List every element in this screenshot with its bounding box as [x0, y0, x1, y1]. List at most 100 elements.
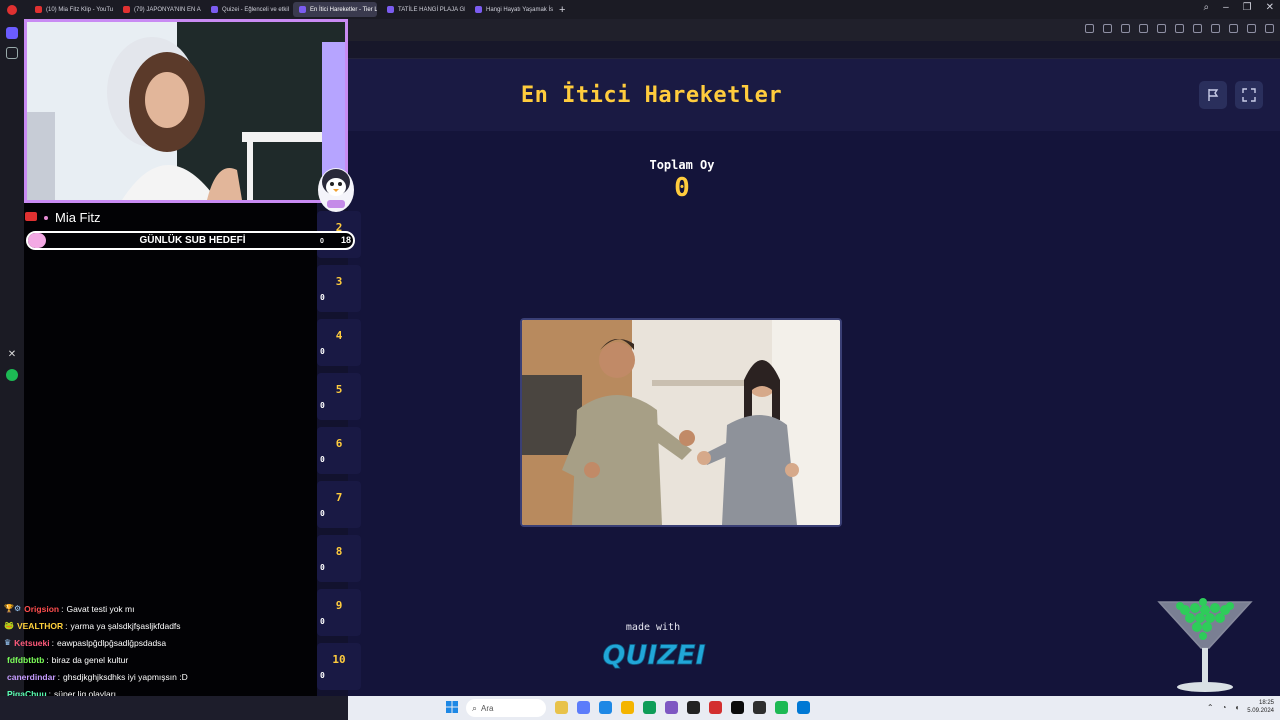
- quiz-item-image[interactable]: [520, 318, 842, 527]
- chat-separator: :: [51, 637, 54, 648]
- browser-tab[interactable]: (10) Mia Fitz Klip - YouTube: [29, 2, 113, 17]
- quizei-logo-text: QUIZEI: [603, 640, 706, 671]
- chevron-up-icon[interactable]: ⌃: [1207, 703, 1214, 712]
- cocktail-glass-widget: [1157, 598, 1253, 692]
- sub-goal-label: GÜNLÜK SUB HEDEFİ: [139, 235, 246, 246]
- youtube-icon: [25, 212, 37, 221]
- ai-icon[interactable]: [1265, 24, 1274, 33]
- heart-icon[interactable]: [1175, 24, 1184, 33]
- flag-icon: [1208, 89, 1219, 101]
- toolbar-icons: [1085, 24, 1274, 33]
- pip-icon[interactable]: [1103, 24, 1112, 33]
- taskbar-app-icon[interactable]: [775, 701, 788, 714]
- opera-logo-icon[interactable]: [7, 4, 17, 15]
- browser-tab[interactable]: En İtici Hareketler - Tier List: [293, 2, 377, 17]
- browser-tab[interactable]: Hangi Hayatı Yaşamak İste: [469, 2, 553, 17]
- volume-icon[interactable]: ◖: [1234, 703, 1239, 712]
- rank-vote-count: 0: [320, 401, 325, 410]
- star-icon[interactable]: [6, 47, 18, 59]
- rank-number: 8: [335, 545, 343, 558]
- chat-badges: 🐸: [4, 621, 14, 630]
- made-with-text: made with: [625, 622, 681, 633]
- taskbar-app-icon[interactable]: [731, 701, 744, 714]
- search-tabs-icon[interactable]: ⌕: [1203, 2, 1209, 13]
- home-icon[interactable]: [6, 27, 18, 39]
- taskbar-app-icon[interactable]: [709, 701, 722, 714]
- taskbar-app-icon[interactable]: [643, 701, 656, 714]
- chat-message: 🏆⚙ Origsion: Gavat testi yok mı: [0, 600, 348, 617]
- browser-tab-strip: (10) Mia Fitz Klip - YouTube (79) JAPONYA…: [0, 0, 1280, 19]
- rank-slot[interactable]: 30: [317, 265, 361, 312]
- taskbar-app-icon[interactable]: [577, 701, 590, 714]
- rank-number: 7: [335, 491, 343, 504]
- emoji-icon[interactable]: [1139, 24, 1148, 33]
- tab-label: En İtici Hareketler - Tier List: [310, 6, 377, 13]
- sub-goal-current: 0: [320, 238, 324, 245]
- minimize-button[interactable]: –: [1223, 2, 1229, 13]
- new-tab-button[interactable]: +: [559, 4, 565, 16]
- browser-tab[interactable]: (79) JAPONYA'NIN EN ACAYİP: [117, 2, 201, 17]
- tab-label: (79) JAPONYA'NIN EN ACAYİP: [134, 6, 201, 13]
- chat-username[interactable]: canerdindar: [7, 672, 56, 682]
- chat-text: eawpaslpğdlpğsadlğpsdadsa: [56, 637, 167, 648]
- rank-number: 5: [335, 383, 343, 396]
- download-icon[interactable]: [1193, 24, 1202, 33]
- taskbar-app-icon[interactable]: [753, 701, 766, 714]
- chat-text: yarma ya şalsdkjfşasljkfdadfs: [70, 620, 181, 631]
- quizei-logo[interactable]: QUIZEI: [594, 633, 714, 673]
- maximize-button[interactable]: ❐: [1243, 2, 1252, 13]
- fullscreen-button[interactable]: [1235, 81, 1263, 109]
- taskbar-search[interactable]: ⌕ Ara: [466, 699, 546, 717]
- rank-slot[interactable]: 50: [317, 373, 361, 420]
- clock[interactable]: 18:25 5.09.2024: [1247, 699, 1274, 715]
- chat-message: canerdindar: ghsdjkghjksdhks iyi yapmışsı…: [0, 668, 348, 685]
- taskbar-app-icon[interactable]: [797, 701, 810, 714]
- tab-favicon-icon: [211, 6, 218, 13]
- chat-username[interactable]: fdfdbtbtb: [7, 655, 44, 665]
- taskbar-app-icon[interactable]: [555, 701, 568, 714]
- total-votes-value: 0: [674, 173, 690, 203]
- rank-slot[interactable]: 70: [317, 481, 361, 528]
- rank-vote-count: 0: [320, 347, 325, 356]
- chat-text: biraz da genel kultur: [51, 654, 129, 665]
- tab-list: (10) Mia Fitz Klip - YouTube (79) JAPONYA…: [25, 2, 553, 17]
- extension-icon[interactable]: [1247, 24, 1256, 33]
- rank-slot[interactable]: 60: [317, 427, 361, 474]
- taskbar-app-icon[interactable]: [621, 701, 634, 714]
- menu-icon[interactable]: [1211, 24, 1220, 33]
- tab-favicon-icon: [35, 6, 42, 13]
- chat-username[interactable]: Origsion: [24, 604, 59, 614]
- network-icon[interactable]: ◔: [1222, 703, 1227, 712]
- browser-tab[interactable]: TATİLE HANGİ PLAJA GELİN: [381, 2, 465, 17]
- chat-badges: ♛: [4, 638, 12, 647]
- windows-start-icon[interactable]: [446, 701, 458, 713]
- x-icon[interactable]: ✕: [6, 349, 18, 361]
- quiz-header: En İtici Hareketler: [348, 59, 1280, 131]
- report-flag-button[interactable]: [1199, 81, 1227, 109]
- tab-favicon-icon: [123, 6, 130, 13]
- chat-separator: :: [46, 654, 49, 665]
- chat-text: ghsdjkghjksdhks iyi yapmışsın :D: [63, 671, 188, 682]
- rank-slot[interactable]: 40: [317, 319, 361, 366]
- spotify-icon[interactable]: [6, 369, 18, 381]
- chat-text: Gavat testi yok mı: [66, 603, 135, 614]
- taskbar-app-icon[interactable]: [665, 701, 678, 714]
- rank-number: 3: [335, 275, 343, 288]
- rank-slot[interactable]: 80: [317, 535, 361, 582]
- browser-tab[interactable]: Quizei - Eğlenceli ve etkile: [205, 2, 289, 17]
- rank-vote-count: 0: [320, 563, 325, 572]
- chat-username[interactable]: Ketsueki: [14, 638, 49, 648]
- profile-icon[interactable]: [1229, 24, 1238, 33]
- zoom-icon[interactable]: [1085, 24, 1094, 33]
- camera-icon[interactable]: [1121, 24, 1130, 33]
- taskbar-search-placeholder: Ara: [481, 703, 494, 713]
- taskbar-app-icon[interactable]: [687, 701, 700, 714]
- taskbar-app-icon[interactable]: [599, 701, 612, 714]
- chat-message: fdfdbtbtb: biraz da genel kultur: [0, 651, 348, 668]
- chat-separator: :: [65, 620, 68, 631]
- window-controls: ⌕ – ❐ ✕: [1203, 2, 1274, 13]
- chat-username[interactable]: VEALTHOR: [17, 621, 63, 631]
- quiz-title: En İtici Hareketler: [520, 83, 783, 108]
- play-icon[interactable]: [1157, 24, 1166, 33]
- close-window-button[interactable]: ✕: [1266, 2, 1274, 13]
